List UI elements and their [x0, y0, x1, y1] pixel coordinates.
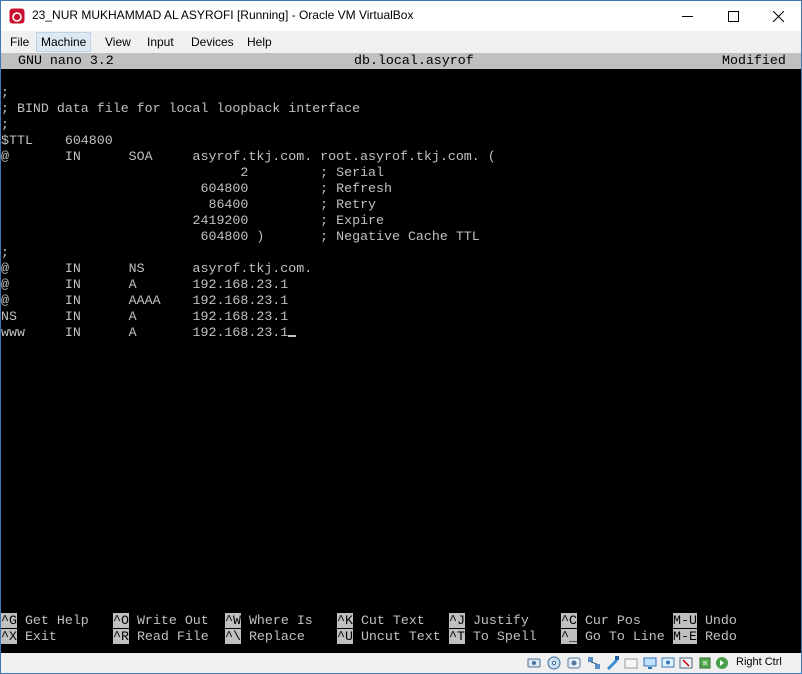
shortcut-label: Cur Pos — [584, 613, 641, 628]
cpu-icon[interactable] — [698, 656, 712, 670]
shortcut-label: Go To Line — [584, 629, 665, 644]
menu-view[interactable]: View — [101, 32, 135, 52]
shared-folder-icon[interactable] — [624, 656, 638, 670]
file-line: @ IN SOA asyrof.tkj.com. root.asyrof.tkj… — [1, 149, 496, 164]
file-line: @ IN AAAA 192.168.23.1 — [1, 293, 289, 308]
menu-machine[interactable]: Machine — [36, 32, 92, 52]
file-line: @ IN NS asyrof.tkj.com. — [1, 261, 313, 276]
maximize-button[interactable] — [710, 1, 756, 31]
menu-help[interactable]: Help — [243, 32, 276, 52]
shortcut-label: Replace — [248, 629, 305, 644]
file-line-current: www IN A 192.168.23.1 — [1, 325, 297, 341]
shortcut-label: Read File — [136, 629, 209, 644]
file-line: ; — [1, 117, 9, 132]
shortcut-label: Write Out — [136, 613, 209, 628]
shortcut-key: ^U — [337, 629, 353, 644]
vm-screen[interactable]: GNU nano 3.2 db.local.asyrof Modified ; … — [1, 53, 801, 653]
host-key-label: Right Ctrl — [736, 656, 782, 668]
shortcut-key: ^R — [113, 629, 129, 644]
virtualbox-icon — [9, 8, 25, 24]
file-line: 604800 ; Refresh — [1, 181, 392, 196]
shortcut-key: M-U — [673, 613, 697, 628]
shortcut-to-spell: ^T To Spell — [449, 629, 537, 645]
virtualbox-window: 23_NUR MUKHAMMAD AL ASYROFI [Running] - … — [0, 0, 802, 674]
shortcut-go-to-line: ^_ Go To Line — [561, 629, 665, 645]
nano-modified-state: Modified — [722, 53, 786, 68]
shortcut-label: To Spell — [472, 629, 537, 644]
file-line: ; BIND data file for local loopback inte… — [1, 101, 361, 116]
file-line: $TTL 604800 — [1, 133, 113, 148]
usb-icon[interactable] — [605, 656, 619, 670]
shortcut-key: ^_ — [561, 629, 577, 644]
hard-disk-icon[interactable] — [527, 656, 541, 670]
shortcut-label: Undo — [704, 613, 737, 628]
minimize-button[interactable] — [664, 1, 710, 31]
nano-title-bar: GNU nano 3.2 db.local.asyrof Modified — [1, 53, 801, 69]
network-icon[interactable] — [587, 656, 601, 670]
shortcut-get-help: ^G Get Help — [1, 613, 89, 629]
nano-version: GNU nano 3.2 — [18, 53, 114, 68]
display-icon[interactable] — [643, 656, 657, 670]
shortcut-key: ^X — [1, 629, 17, 644]
shortcut-redo: M-E Redo — [673, 629, 737, 645]
menu-bar: File Machine View Input Devices Help — [1, 31, 801, 53]
nano-filename: db.local.asyrof — [354, 53, 474, 68]
title-bar[interactable]: 23_NUR MUKHAMMAD AL ASYROFI [Running] - … — [1, 1, 801, 31]
shortcut-write-out: ^O Write Out — [113, 613, 209, 629]
file-line: ; — [1, 245, 9, 260]
recording-icon[interactable] — [679, 656, 693, 670]
vm-status-bar: Right Ctrl — [1, 653, 801, 673]
shortcut-undo: M-U Undo — [673, 613, 737, 629]
minimize-icon — [681, 15, 693, 17]
video-capture-icon[interactable] — [661, 656, 675, 670]
shortcut-key: ^J — [449, 613, 465, 628]
shortcut-key: M-E — [673, 629, 697, 644]
file-line-text: www IN A 192.168.23.1 — [1, 325, 289, 340]
mouse-integration-icon[interactable] — [715, 656, 729, 670]
shortcut-key: ^T — [449, 629, 465, 644]
shortcut-read-file: ^R Read File — [113, 629, 209, 645]
shortcut-exit: ^X Exit — [1, 629, 57, 645]
file-line: 2419200 ; Expire — [1, 213, 385, 228]
shortcut-label: Uncut Text — [360, 629, 441, 644]
file-line: @ IN A 192.168.23.1 — [1, 277, 289, 292]
text-cursor — [288, 335, 297, 337]
window-title: 23_NUR MUKHAMMAD AL ASYROFI [Running] - … — [32, 8, 414, 22]
file-line: NS IN A 192.168.23.1 — [1, 309, 289, 324]
shortcut-key: ^\ — [225, 629, 241, 644]
maximize-icon — [727, 10, 739, 22]
shortcut-cut-text: ^K Cut Text — [337, 613, 425, 629]
shortcut-key: ^O — [113, 613, 129, 628]
shortcut-label: Justify — [472, 613, 529, 628]
shortcut-key: ^W — [225, 613, 241, 628]
shortcut-label: Where Is — [248, 613, 313, 628]
shortcut-key: ^C — [561, 613, 577, 628]
shortcut-where-is: ^W Where Is — [225, 613, 313, 629]
shortcut-label: Get Help — [24, 613, 89, 628]
close-icon — [772, 10, 784, 22]
file-line: ; — [1, 85, 9, 100]
menu-devices[interactable]: Devices — [187, 32, 238, 52]
shortcut-uncut-text: ^U Uncut Text — [337, 629, 441, 645]
shortcut-replace: ^\ Replace — [225, 629, 305, 645]
shortcut-key: ^K — [337, 613, 353, 628]
menu-input[interactable]: Input — [143, 32, 178, 52]
shortcut-cur-pos: ^C Cur Pos — [561, 613, 641, 629]
shortcut-justify: ^J Justify — [449, 613, 529, 629]
shortcut-label: Cut Text — [360, 613, 425, 628]
file-line: 2 ; Serial — [1, 165, 385, 180]
shortcut-key: ^G — [1, 613, 17, 628]
shortcut-label: Exit — [24, 629, 57, 644]
shortcut-label: Redo — [704, 629, 737, 644]
file-line: 86400 ; Retry — [1, 197, 377, 212]
file-line: 604800 ) ; Negative Cache TTL — [1, 229, 480, 244]
audio-icon[interactable] — [567, 656, 581, 670]
optical-drive-icon[interactable] — [547, 656, 561, 670]
menu-file[interactable]: File — [6, 32, 33, 52]
close-button[interactable] — [755, 1, 801, 31]
